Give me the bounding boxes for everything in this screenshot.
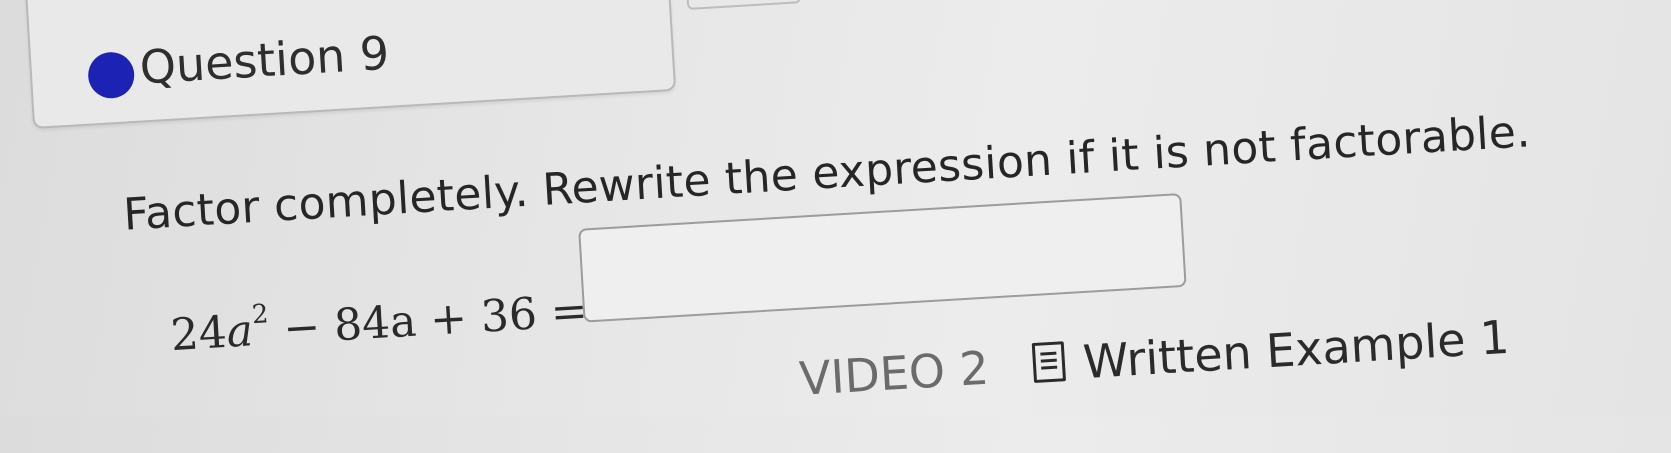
expr-term-3: 36 [479,288,539,343]
expr-operator-minus: − [267,300,336,356]
nav-tab-left[interactable] [682,0,802,10]
written-example-label: Written Example 1 [1081,309,1511,390]
expr-coefficient: 24 [169,306,229,362]
question-panel: Question 9 Factor completely. Rewrite th… [0,0,1671,424]
expr-variable: a [225,305,255,358]
expr-operator-plus: + [414,291,483,347]
math-expression: 24a2 − 84a + 36 = [169,285,589,361]
expr-term-2: 84a [332,295,418,352]
help-links: VIDEO 2 Written Example 1 [798,310,1511,406]
video-link[interactable]: VIDEO 2 [798,341,990,406]
expr-exponent: 2 [251,299,270,331]
written-example-link[interactable]: Written Example 1 [1031,309,1511,392]
document-icon [1031,341,1067,384]
answer-input[interactable] [578,192,1187,323]
